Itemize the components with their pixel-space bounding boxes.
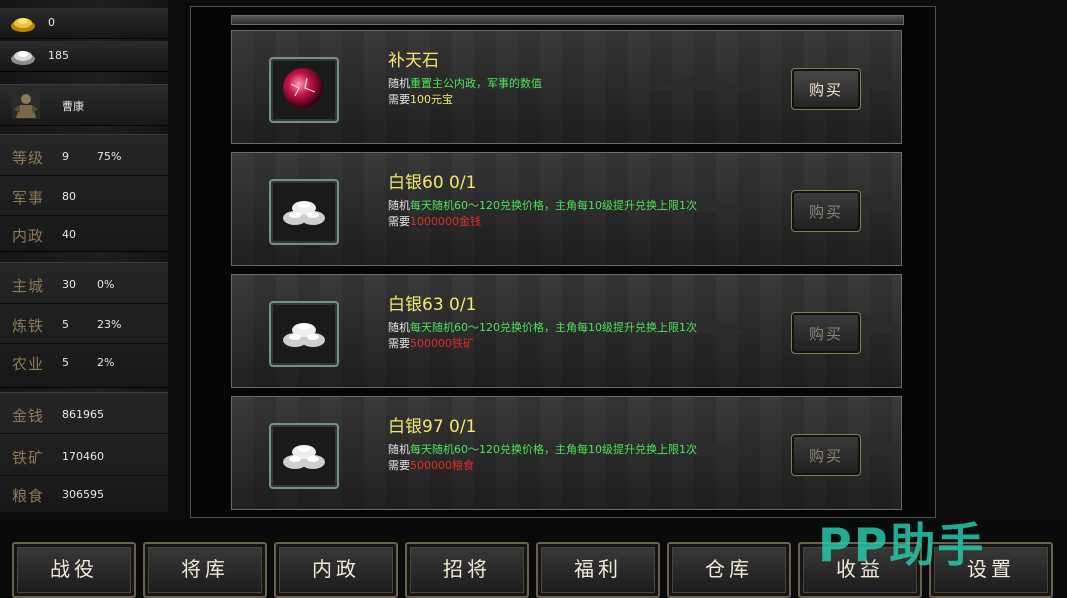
item-title: 白银63 0/1 bbox=[388, 295, 477, 315]
stat-main-city-label: 主城 bbox=[12, 277, 45, 295]
stat-smelting-value: 5 bbox=[62, 318, 69, 331]
silver-ingots-icon bbox=[283, 201, 325, 225]
stat-food-label: 粮食 bbox=[12, 487, 45, 505]
silver-ingot-icon bbox=[11, 51, 35, 65]
desc-highlight: 每天随机60～120兑换价格，主角每10级提升兑换上限1次 bbox=[410, 199, 697, 212]
item-title: 白银97 0/1 bbox=[388, 417, 477, 437]
desc-prefix: 随机 bbox=[388, 443, 410, 456]
bottom-nav-bar: 战役 将库 内政 招将 福利 仓库 收益 设置 bbox=[0, 522, 1067, 598]
item-slot[interactable] bbox=[269, 57, 339, 123]
item-description: 随机每天随机60～120兑换价格，主角每10级提升兑换上限1次 bbox=[388, 441, 697, 457]
req-cost: 500000粮食 bbox=[410, 459, 474, 472]
gold-row: 0 bbox=[0, 8, 168, 39]
desc-prefix: 随机 bbox=[388, 199, 410, 212]
desc-prefix: 随机 bbox=[388, 321, 410, 334]
stat-food-value: 306595 bbox=[62, 488, 104, 501]
req-prefix: 需要 bbox=[388, 459, 410, 472]
item-slot[interactable] bbox=[269, 301, 339, 367]
item-slot[interactable] bbox=[269, 423, 339, 489]
buy-button[interactable]: 购买 bbox=[791, 434, 861, 476]
stat-food: 粮食 306595 bbox=[0, 477, 168, 513]
stat-farming-percent: 2% bbox=[97, 356, 115, 369]
silver-ingots-icon bbox=[283, 445, 325, 469]
stat-politics-value: 40 bbox=[62, 228, 76, 241]
stat-farming: 农业 5 2% bbox=[0, 345, 168, 381]
item-description: 随机每天随机60～120兑换价格，主角每10级提升兑换上限1次 bbox=[388, 197, 697, 213]
gold-amount: 0 bbox=[48, 16, 55, 29]
stat-farming-value: 5 bbox=[62, 356, 69, 369]
tab-settings[interactable]: 设置 bbox=[929, 542, 1053, 598]
buy-button[interactable]: 购买 bbox=[791, 68, 861, 110]
item-title: 补天石 bbox=[388, 51, 439, 71]
desc-highlight: 每天随机60～120兑换价格，主角每10级提升兑换上限1次 bbox=[410, 321, 697, 334]
item-requirement: 需要500000粮食 bbox=[388, 457, 474, 473]
silver-amount: 185 bbox=[48, 49, 69, 62]
shop-item-card: 补天石 随机重置主公内政，军事的数值 需要100元宝 购买 bbox=[231, 30, 902, 144]
desc-highlight: 每天随机60～120兑换价格，主角每10级提升兑换上限1次 bbox=[410, 443, 697, 456]
buy-button[interactable]: 购买 bbox=[791, 190, 861, 232]
stat-iron: 铁矿 170460 bbox=[0, 439, 168, 476]
stat-iron-value: 170460 bbox=[62, 450, 104, 463]
stat-military-label: 军事 bbox=[12, 189, 45, 207]
tab-warehouse[interactable]: 仓库 bbox=[667, 542, 791, 598]
stat-farming-label: 农业 bbox=[12, 355, 45, 373]
shop-item-card: 白银60 0/1 随机每天随机60～120兑换价格，主角每10级提升兑换上限1次… bbox=[231, 152, 902, 266]
item-requirement: 需要500000铁矿 bbox=[388, 335, 474, 351]
item-description: 随机重置主公内政，军事的数值 bbox=[388, 75, 542, 91]
shop-item-card: 白银63 0/1 随机每天随机60～120兑换价格，主角每10级提升兑换上限1次… bbox=[231, 274, 902, 388]
req-cost: 500000铁矿 bbox=[410, 337, 474, 350]
tab-internal-affairs[interactable]: 内政 bbox=[274, 542, 398, 598]
item-description: 随机每天随机60～120兑换价格，主角每10级提升兑换上限1次 bbox=[388, 319, 697, 335]
item-requirement: 需要100元宝 bbox=[388, 91, 453, 107]
stat-level-percent: 75% bbox=[97, 150, 122, 163]
tab-income[interactable]: 收益 bbox=[798, 542, 922, 598]
stats-group-materials: 金钱 861965 铁矿 170460 粮食 306595 bbox=[0, 392, 168, 514]
tab-general-storage[interactable]: 将库 bbox=[143, 542, 267, 598]
silver-row: 185 bbox=[0, 41, 168, 72]
req-cost: 100元宝 bbox=[410, 93, 453, 106]
req-cost: 1000000金钱 bbox=[410, 215, 481, 228]
tab-recruit[interactable]: 招将 bbox=[405, 542, 529, 598]
stat-main-city-percent: 0% bbox=[97, 278, 115, 291]
gold-ingot-icon bbox=[11, 18, 35, 32]
item-slot[interactable] bbox=[269, 179, 339, 245]
hero-avatar[interactable] bbox=[12, 91, 40, 119]
desc-highlight: 重置主公内政，军事的数值 bbox=[410, 77, 542, 90]
hero-row[interactable]: 曹康 bbox=[0, 84, 168, 126]
buy-button[interactable]: 购买 bbox=[791, 312, 861, 354]
stat-politics-label: 内政 bbox=[12, 227, 45, 245]
stat-level-value: 9 bbox=[62, 150, 69, 163]
req-prefix: 需要 bbox=[388, 337, 410, 350]
hero-name: 曹康 bbox=[62, 100, 84, 113]
sidebar-footer bbox=[0, 512, 168, 522]
stat-military-value: 80 bbox=[62, 190, 76, 203]
stat-smelting-label: 炼铁 bbox=[12, 317, 45, 335]
desc-prefix: 随机 bbox=[388, 77, 410, 90]
item-requirement: 需要1000000金钱 bbox=[388, 213, 481, 229]
stat-money: 金钱 861965 bbox=[0, 397, 168, 434]
stat-level: 等级 9 75% bbox=[0, 139, 168, 176]
stat-politics: 内政 40 bbox=[0, 217, 168, 253]
shop-list-scroll-edge bbox=[231, 15, 904, 25]
stat-military: 军事 80 bbox=[0, 179, 168, 216]
stats-group-attributes: 等级 9 75% 军事 80 内政 40 bbox=[0, 134, 168, 252]
tab-welfare[interactable]: 福利 bbox=[536, 542, 660, 598]
player-sidebar: 0 185 曹康 等级 9 75% 军事 80 内政 40 主城 30 0% 炼… bbox=[0, 0, 168, 522]
red-gem-icon bbox=[283, 68, 323, 108]
item-title: 白银60 0/1 bbox=[388, 173, 477, 193]
req-prefix: 需要 bbox=[388, 93, 410, 106]
tab-campaign[interactable]: 战役 bbox=[12, 542, 136, 598]
req-prefix: 需要 bbox=[388, 215, 410, 228]
stat-money-value: 861965 bbox=[62, 408, 104, 421]
stat-iron-label: 铁矿 bbox=[12, 449, 45, 467]
stat-main-city: 主城 30 0% bbox=[0, 267, 168, 304]
stat-smelting: 炼铁 5 23% bbox=[0, 307, 168, 344]
stat-main-city-value: 30 bbox=[62, 278, 76, 291]
stat-level-label: 等级 bbox=[12, 149, 45, 167]
stat-smelting-percent: 23% bbox=[97, 318, 122, 331]
stats-group-buildings: 主城 30 0% 炼铁 5 23% 农业 5 2% bbox=[0, 262, 168, 388]
stat-money-label: 金钱 bbox=[12, 407, 45, 425]
silver-ingots-icon bbox=[283, 323, 325, 347]
shop-item-card: 白银97 0/1 随机每天随机60～120兑换价格，主角每10级提升兑换上限1次… bbox=[231, 396, 902, 510]
